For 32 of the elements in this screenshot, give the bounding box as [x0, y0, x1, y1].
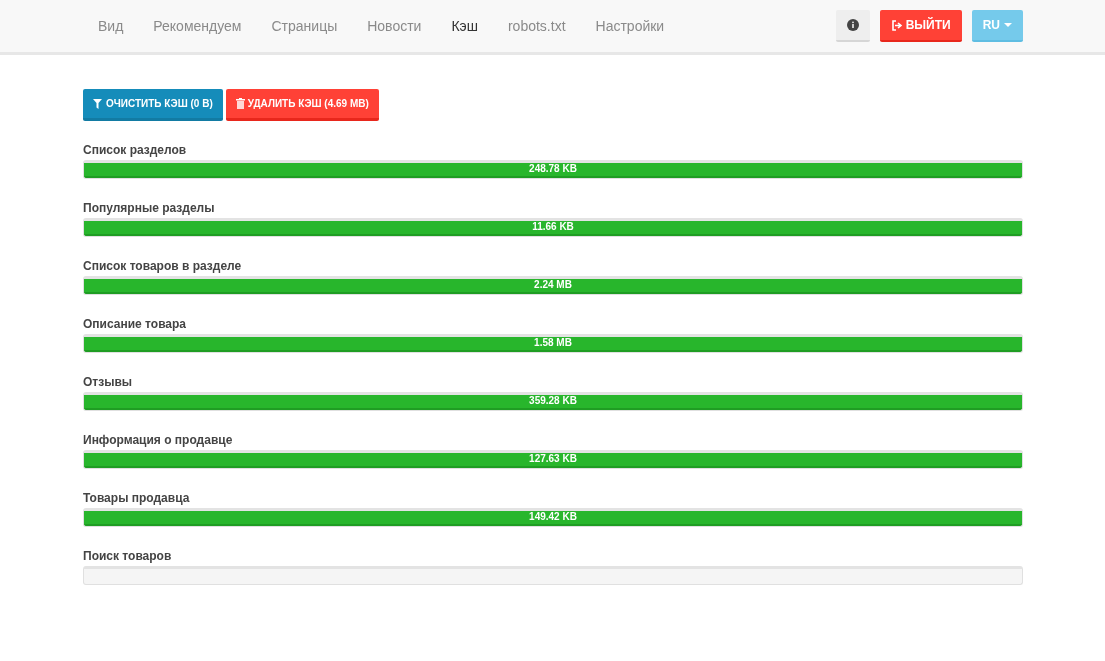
cache-label: Описание товара [83, 316, 188, 332]
cache-label: Информация о продавце [83, 432, 234, 448]
cache-label: Поиск товаров [83, 548, 173, 564]
info-icon [846, 19, 859, 31]
delete-cache-button[interactable]: УДАЛИТЬ КЭШ (4.69 MB) [225, 89, 379, 121]
language-dropdown[interactable]: RU [971, 10, 1023, 42]
progress-reading: 2.24 MB [534, 279, 572, 292]
nav-link[interactable]: Рекомендуем [153, 15, 242, 37]
logout-button[interactable]: ВЫЙТИ [879, 10, 962, 42]
progress-reading: 127.63 KB [529, 453, 577, 466]
cache-label: Отзывы [83, 374, 134, 390]
nav-link[interactable]: Новости [367, 15, 422, 37]
cache-label: Список разделов [83, 142, 188, 158]
info-button[interactable] [835, 10, 870, 42]
nav-link[interactable]: Страницы [271, 15, 338, 37]
progress-reading: 1.58 MB [534, 337, 572, 350]
nav-link[interactable]: Настройки [595, 15, 665, 37]
progress-reading: 359.28 KB [529, 395, 577, 408]
caret-icon [1004, 23, 1012, 27]
nav-link[interactable]: Вид [98, 15, 124, 37]
cache-label: Популярные разделы [83, 200, 216, 216]
nav-link[interactable]: Кэш [451, 15, 478, 37]
progress-reading: 248.78 KB [529, 163, 577, 176]
trash-icon [235, 98, 245, 109]
sign-out-icon [890, 19, 903, 31]
cache-label: Список товаров в разделе [83, 258, 243, 274]
clear-cache-button[interactable]: ОЧИСТИТЬ КЭШ (0 B) [83, 89, 223, 121]
progress-reading: 149.42 KB [529, 511, 577, 524]
progress-reading: 11.66 KB [532, 221, 574, 234]
filter-icon [93, 98, 102, 109]
nav-link[interactable]: robots.txt [507, 15, 566, 37]
cache-label: Товары продавца [83, 490, 191, 506]
